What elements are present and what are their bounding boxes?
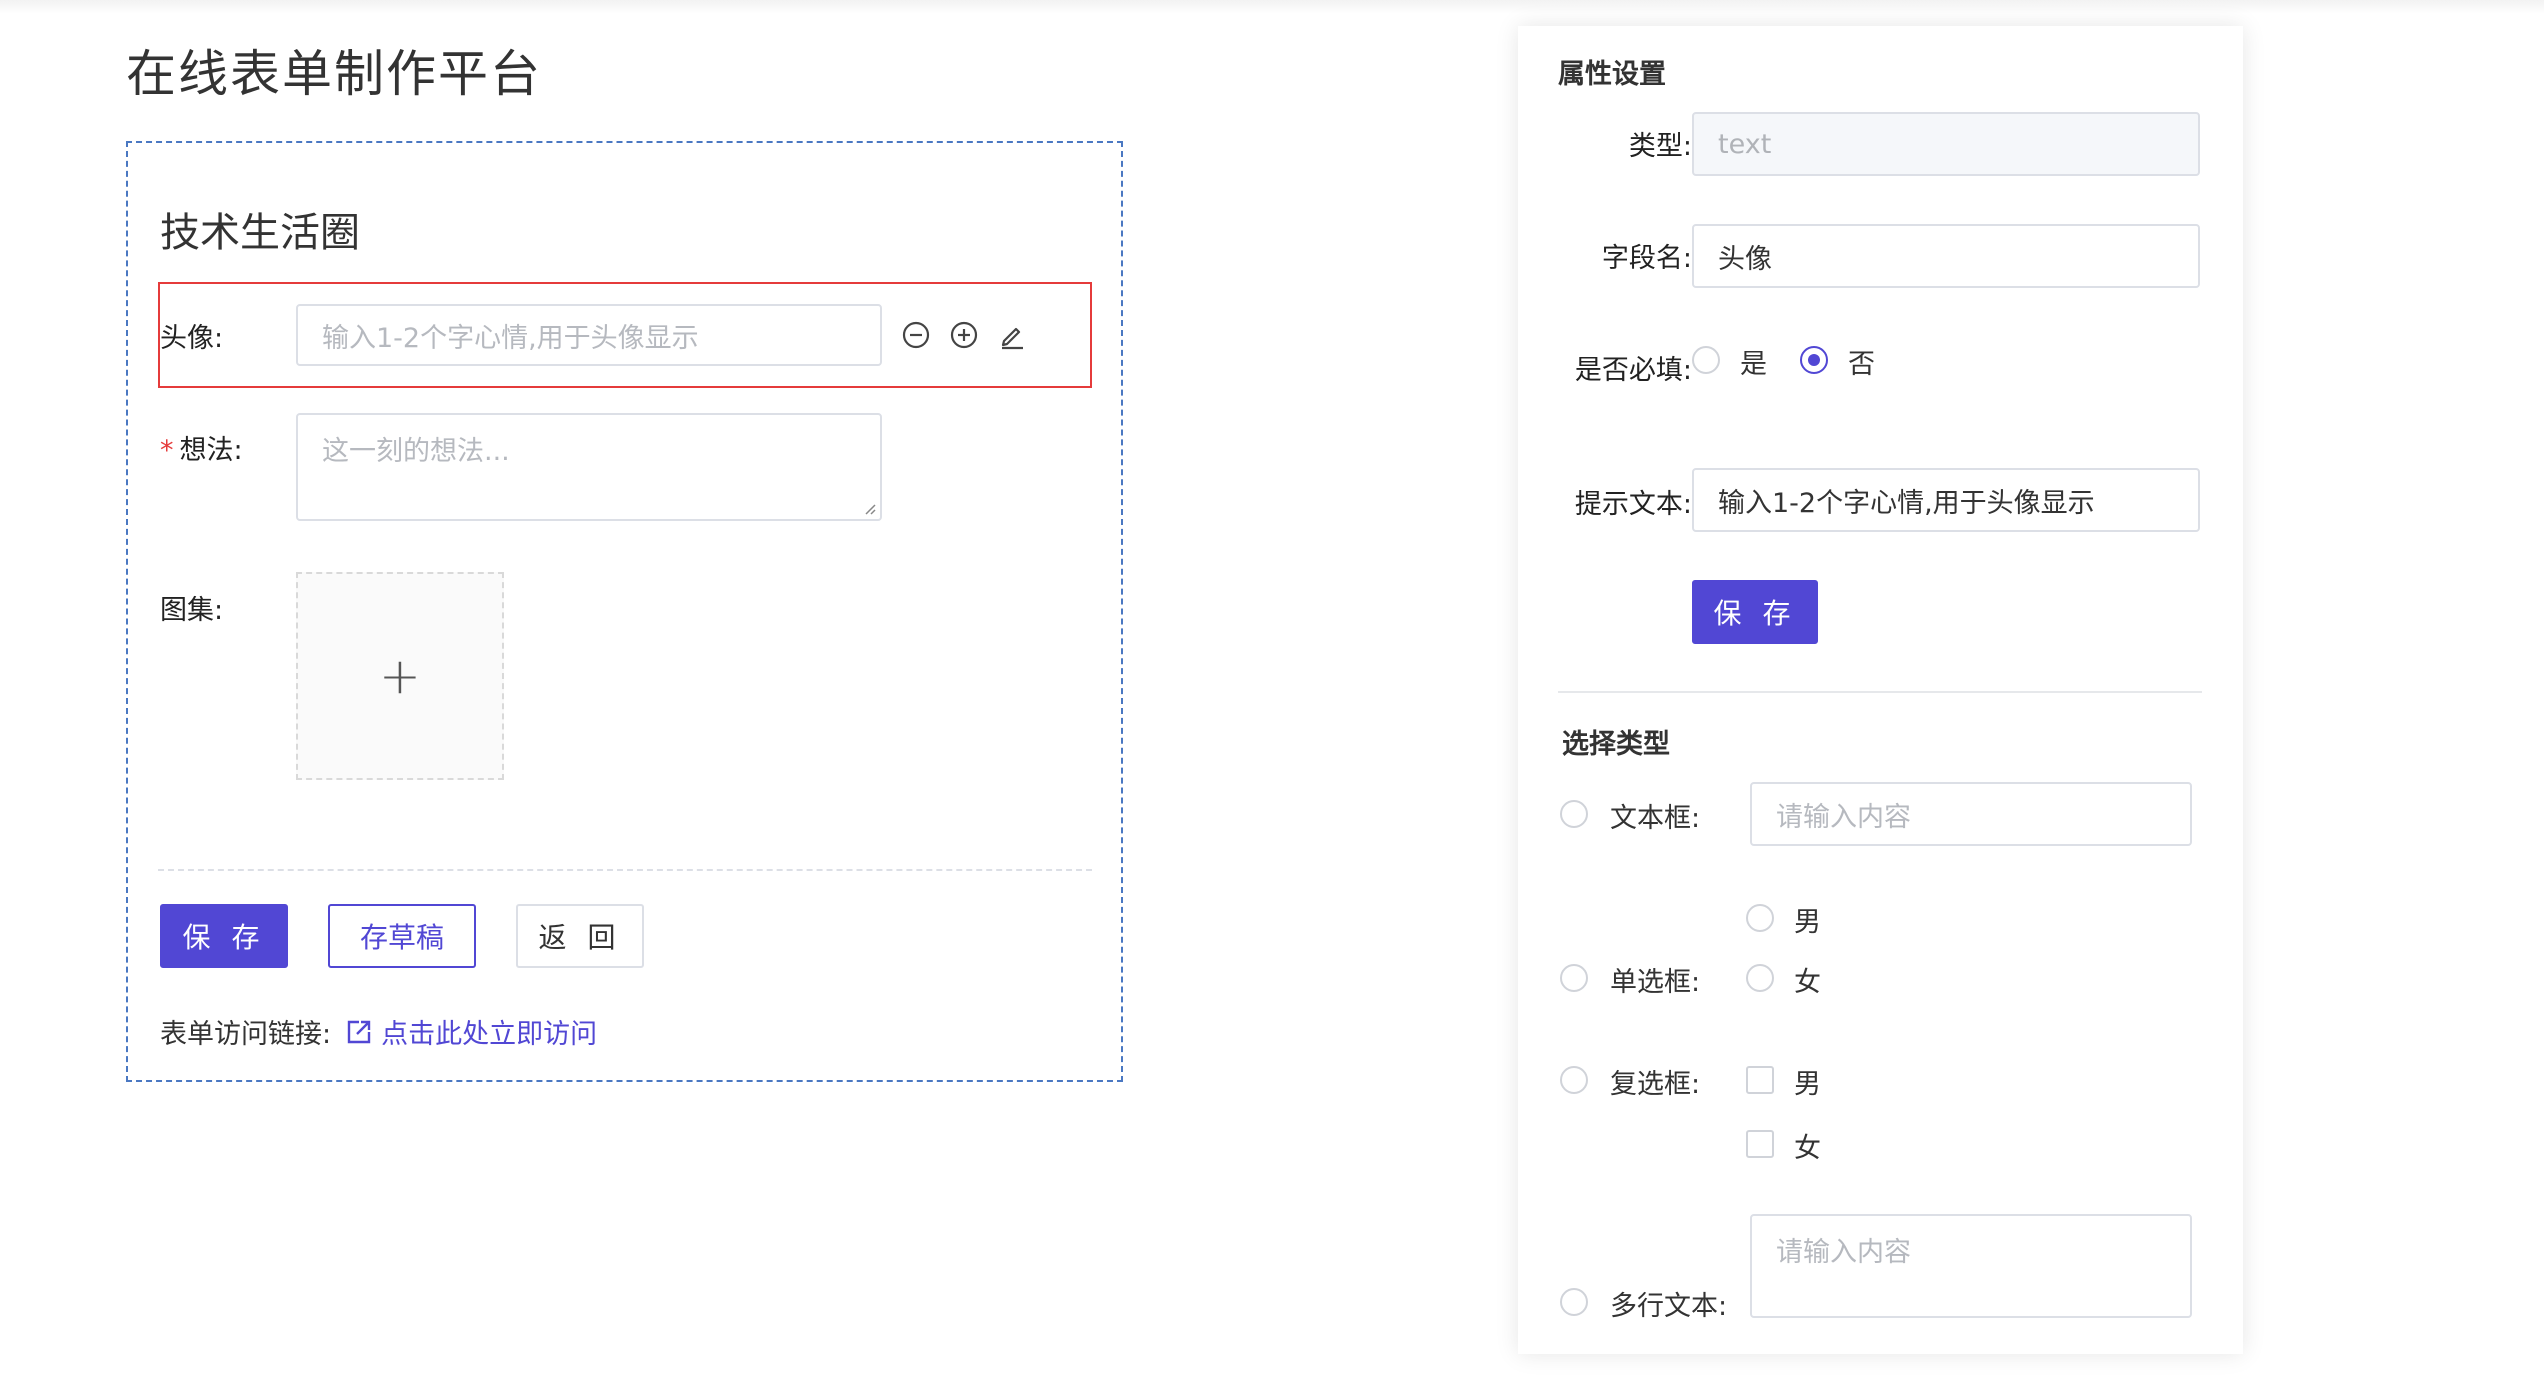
panel-save-button[interactable]: 保 存 bbox=[1692, 580, 1818, 644]
save-button[interactable]: 保 存 bbox=[160, 904, 288, 968]
form-link-text: 点击此处立即访问 bbox=[381, 1019, 598, 1050]
thought-textarea[interactable]: 这一刻的想法... bbox=[296, 413, 882, 521]
attr-settings-title: 属性设置 bbox=[1558, 59, 1666, 90]
type-radio-option-1[interactable] bbox=[1746, 904, 1774, 932]
page-title: 在线表单制作平台 bbox=[126, 45, 542, 103]
required-yes-radio[interactable] bbox=[1692, 346, 1720, 374]
edit-field-icon[interactable] bbox=[996, 319, 1028, 351]
type-textarea-sample[interactable]: 请输入内容 bbox=[1750, 1214, 2192, 1318]
back-button[interactable]: 返 回 bbox=[516, 904, 644, 968]
hint-input[interactable]: 输入1-2个字心情,用于头像显示 bbox=[1692, 468, 2200, 532]
add-field-icon[interactable] bbox=[948, 319, 980, 351]
form-title: 技术生活圈 bbox=[160, 210, 360, 256]
type-input[interactable]: text bbox=[1692, 112, 2200, 176]
required-mark: * bbox=[160, 435, 174, 466]
hint-label: 提示文本: bbox=[1574, 489, 1692, 520]
divider bbox=[158, 869, 1092, 871]
avatar-label: 头像: bbox=[160, 323, 224, 354]
remove-field-icon[interactable] bbox=[900, 319, 932, 351]
save-draft-button[interactable]: 存草稿 bbox=[328, 904, 476, 968]
type-textarea-label: 多行文本: bbox=[1610, 1291, 1728, 1322]
field-name-input[interactable]: 头像 bbox=[1692, 224, 2200, 288]
required-no-radio[interactable] bbox=[1800, 346, 1828, 374]
type-radio-option-2-label: 女 bbox=[1794, 967, 1821, 998]
form-link[interactable]: 点击此处立即访问 bbox=[345, 1012, 597, 1051]
type-text-placeholder: 请输入内容 bbox=[1776, 801, 1911, 833]
type-radio-radio[interactable] bbox=[1560, 964, 1588, 992]
type-checkbox-label: 复选框: bbox=[1610, 1069, 1701, 1100]
type-textarea-radio[interactable] bbox=[1560, 1288, 1588, 1316]
required-no-label: 否 bbox=[1848, 349, 1875, 380]
required-label: 是否必填: bbox=[1574, 355, 1692, 386]
type-checkbox-option-1[interactable] bbox=[1746, 1066, 1774, 1094]
avatar-placeholder: 输入1-2个字心情,用于头像显示 bbox=[322, 322, 699, 354]
form-link-label: 表单访问链接: bbox=[160, 1019, 332, 1050]
type-text-radio[interactable] bbox=[1560, 800, 1588, 828]
property-panel: 属性设置 类型: text 字段名: 头像 是否必填: 是 否 提示文本: 输入… bbox=[1518, 26, 2243, 1354]
type-text-label: 文本框: bbox=[1610, 803, 1701, 834]
gallery-label: 图集: bbox=[160, 595, 224, 626]
type-radio-label: 单选框: bbox=[1610, 967, 1701, 998]
thought-placeholder: 这一刻的想法... bbox=[322, 436, 510, 467]
required-yes-label: 是 bbox=[1740, 349, 1767, 380]
form-link-row: 表单访问链接: 点击此处立即访问 bbox=[160, 1012, 597, 1051]
type-checkbox-option-2-label: 女 bbox=[1794, 1133, 1821, 1164]
image-upload-button[interactable]: + bbox=[296, 572, 504, 780]
plus-icon: + bbox=[379, 647, 421, 705]
choose-type-title: 选择类型 bbox=[1562, 729, 1670, 760]
type-radio-option-1-label: 男 bbox=[1794, 907, 1821, 938]
type-text-sample-input[interactable]: 请输入内容 bbox=[1750, 782, 2192, 846]
type-textarea-placeholder: 请输入内容 bbox=[1776, 1237, 1911, 1268]
thought-label: * 想法: bbox=[160, 435, 243, 466]
top-shade bbox=[0, 0, 2544, 14]
type-label: 类型: bbox=[1628, 131, 1692, 162]
external-link-icon bbox=[347, 1020, 371, 1043]
panel-divider bbox=[1558, 691, 2202, 693]
type-radio-option-2[interactable] bbox=[1746, 964, 1774, 992]
type-checkbox-option-2[interactable] bbox=[1746, 1130, 1774, 1158]
type-checkbox-option-1-label: 男 bbox=[1794, 1069, 1821, 1100]
resize-grip-icon[interactable] bbox=[864, 503, 876, 515]
avatar-input[interactable]: 输入1-2个字心情,用于头像显示 bbox=[296, 304, 882, 366]
field-name-label: 字段名: bbox=[1601, 243, 1692, 274]
type-checkbox-radio[interactable] bbox=[1560, 1066, 1588, 1094]
